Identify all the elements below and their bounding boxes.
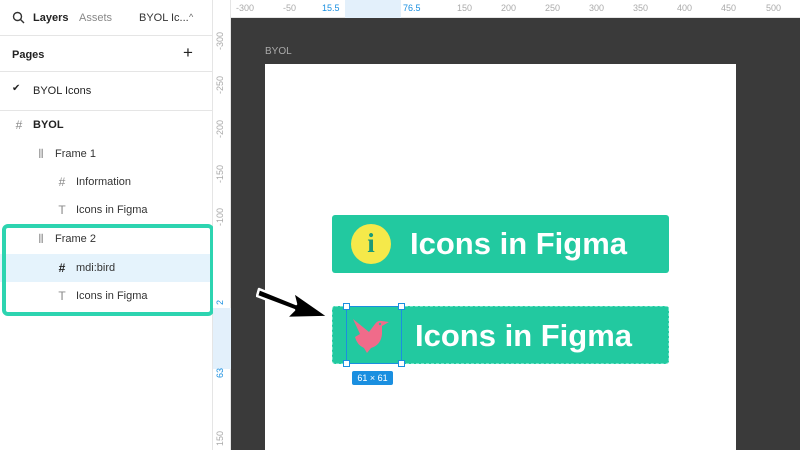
text-icon: T <box>58 289 66 303</box>
bird-icon-selection[interactable]: 61 × 61 <box>343 303 405 385</box>
frame-label[interactable]: BYOL <box>265 46 292 57</box>
ruler-label: -50 <box>283 3 297 13</box>
ruler-label: -250 <box>215 75 225 94</box>
ruler-label: 2 <box>215 299 225 305</box>
ruler-label: 450 <box>721 3 737 13</box>
page-selector[interactable]: BYOL Ic... <box>139 12 189 24</box>
frame-2-banner[interactable]: 61 × 61 Icons in Figma <box>332 303 669 385</box>
frame-byol[interactable]: i Icons in Figma 61 × 61 Icons in Figma <box>265 64 736 450</box>
arrow-icon <box>256 287 331 320</box>
ruler-selection <box>213 308 231 369</box>
ruler-label: 400 <box>677 3 693 13</box>
resize-handle[interactable] <box>398 360 405 367</box>
ruler-label: -300 <box>215 31 225 50</box>
ruler-left: -300 -250 -200 -150 -100 2 63 150 <box>213 0 231 450</box>
layer-frame-2[interactable]: ⫴ Frame 2 <box>0 225 213 253</box>
hash-icon: # <box>58 261 66 275</box>
tab-assets[interactable]: Assets <box>79 12 112 24</box>
banner-text: Icons in Figma <box>415 318 633 353</box>
resize-handle[interactable] <box>343 360 350 367</box>
ruler-label: 76.5 <box>403 3 421 13</box>
ruler-label: 300 <box>589 3 605 13</box>
page-item-label: BYOL Icons <box>33 85 92 97</box>
ruler-label: 63 <box>215 367 225 378</box>
resize-handle[interactable] <box>398 303 405 310</box>
text-icon: T <box>58 203 66 217</box>
ruler-label: 500 <box>766 3 782 13</box>
frame-1-banner[interactable]: i Icons in Figma <box>332 215 669 273</box>
layer-information[interactable]: # Information <box>0 168 213 196</box>
layer-label: BYOL <box>33 119 64 131</box>
layer-icons-in-figma-2[interactable]: T Icons in Figma <box>0 282 213 310</box>
pages-title: Pages <box>12 49 45 61</box>
banner-text: Icons in Figma <box>410 226 628 261</box>
layer-mdi-bird[interactable]: # mdi:bird <box>0 254 213 282</box>
auto-layout-icon: ⫴ <box>38 232 44 246</box>
check-icon: ✔ <box>12 83 21 94</box>
ruler-label: -200 <box>215 119 225 138</box>
ruler-label: -100 <box>215 207 225 226</box>
info-glyph: i <box>367 228 375 258</box>
layer-label: Icons in Figma <box>76 204 148 216</box>
canvas[interactable]: BYOL i Icons in Figma 61 × 61 Icons in F… <box>231 18 800 450</box>
layer-label: Frame 2 <box>55 233 96 245</box>
layer-icons-in-figma-1[interactable]: T Icons in Figma <box>0 196 213 224</box>
hash-icon: # <box>58 175 66 189</box>
layer-label: mdi:bird <box>76 262 116 274</box>
ruler-label: 150 <box>457 3 473 13</box>
ruler-label: 350 <box>633 3 649 13</box>
panel-tabs: Layers Assets BYOL Ic... ^ <box>0 0 213 36</box>
ruler-label: 250 <box>545 3 561 13</box>
ruler-label: 200 <box>501 3 517 13</box>
hash-icon: # <box>15 118 23 132</box>
ruler-label: 150 <box>215 430 225 446</box>
page-item-byol-icons[interactable]: ✔ BYOL Icons <box>0 80 213 102</box>
ruler-label: -150 <box>215 164 225 183</box>
ruler-label: -300 <box>236 3 255 13</box>
layer-label: Icons in Figma <box>76 290 148 302</box>
add-page-button[interactable]: + <box>183 44 193 61</box>
info-icon: i <box>351 224 391 264</box>
layer-byol[interactable]: # BYOL <box>0 111 213 139</box>
ruler-top: -300 -50 15.5 76.5 150 200 250 300 350 4… <box>231 0 800 18</box>
chevron-up-icon[interactable]: ^ <box>189 12 193 22</box>
pages-header: Pages + <box>0 36 213 72</box>
size-badge: 61 × 61 <box>352 371 393 385</box>
tab-layers[interactable]: Layers <box>33 12 68 24</box>
figma-app: Layers Assets BYOL Ic... ^ Pages + ✔ BYO… <box>0 0 800 450</box>
layer-label: Information <box>76 176 132 188</box>
ruler-label: 15.5 <box>322 3 340 13</box>
layers-panel: Layers Assets BYOL Ic... ^ Pages + ✔ BYO… <box>0 0 214 450</box>
search-icon[interactable] <box>12 11 25 24</box>
bird-icon <box>353 319 389 353</box>
resize-handle[interactable] <box>343 303 350 310</box>
layer-frame-1[interactable]: ⫴ Frame 1 <box>0 140 213 168</box>
ruler-selection <box>345 0 401 18</box>
layer-label: Frame 1 <box>55 148 96 160</box>
auto-layout-icon: ⫴ <box>38 147 44 161</box>
